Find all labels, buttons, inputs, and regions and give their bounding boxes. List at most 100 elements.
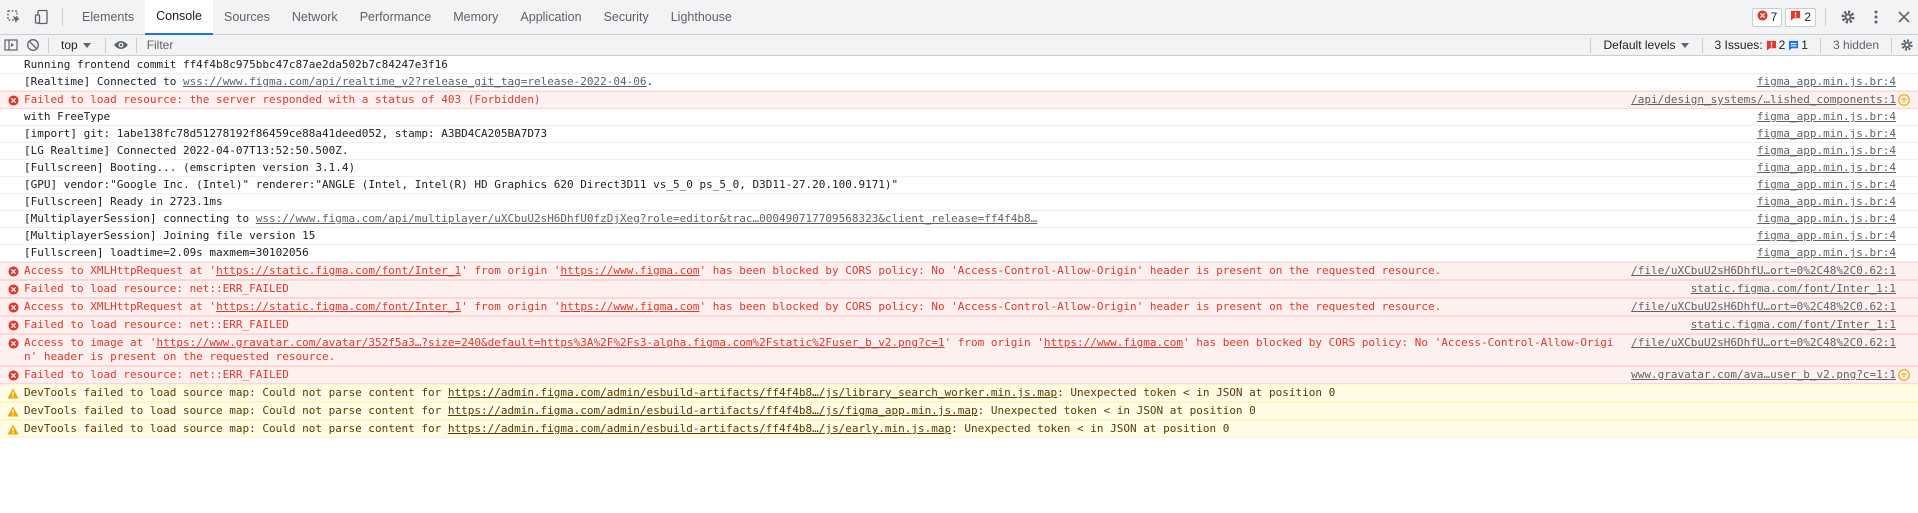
console-message-info[interactable]: [import] git: 1abe138fc78d51278192f86459… [0,126,1918,143]
message-link[interactable]: https://admin.figma.com/admin/esbuild-ar… [448,404,978,417]
source-link[interactable]: figma_app.min.js.br:4 [1757,178,1896,192]
device-toolbar-icon[interactable] [28,0,56,35]
view-issue-icon[interactable] [1898,94,1910,106]
message-text-segment: ' has been blocked by CORS policy: No 'A… [699,264,1442,277]
console-message-error[interactable]: Access to image at 'https://www.gravatar… [0,334,1918,366]
more-options-icon[interactable] [1862,0,1890,35]
tab-console[interactable]: Console [145,0,213,35]
message-link[interactable]: https://www.figma.com [560,264,699,277]
settings-gear-icon[interactable] [1834,0,1862,35]
tab-security[interactable]: Security [593,0,660,35]
message-link[interactable]: https://static.figma.com/font/Inter_1 [216,264,461,277]
source-link[interactable]: /file/uXCbuU2sH6DhfU…ort=0%2C48%2C0.62:1 [1631,300,1896,314]
context-value: top [61,38,78,52]
console-message-warning[interactable]: DevTools failed to load source map: Coul… [0,384,1918,402]
source-link[interactable]: figma_app.min.js.br:4 [1757,229,1896,243]
tab-lighthouse[interactable]: Lighthouse [660,0,743,35]
console-message-error[interactable]: Failed to load resource: net::ERR_FAILED… [0,316,1918,334]
message-link[interactable]: wss://www.figma.com/api/multiplayer/uXCb… [256,212,1037,225]
source-link[interactable]: figma_app.min.js.br:4 [1757,144,1896,158]
message-link[interactable]: https://www.gravatar.com/avatar/352f5a3…… [156,336,944,349]
message-text: Running frontend commit ff4f4b8c975bbc47… [24,58,1896,72]
console-messages: Running frontend commit ff4f4b8c975bbc47… [0,57,1918,513]
live-expression-eye-icon[interactable] [110,35,132,56]
source-link[interactable]: static.figma.com/font/Inter_1:1 [1691,318,1896,332]
tab-performance[interactable]: Performance [349,0,443,35]
source-link[interactable]: static.figma.com/font/Inter_1:1 [1691,282,1896,296]
console-message-info[interactable]: [MultiplayerSession] Joining file versio… [0,228,1918,245]
message-text-segment: DevTools failed to load source map: Coul… [24,386,448,399]
message-link[interactable]: https://www.figma.com [560,300,699,313]
divider [1891,37,1892,53]
error-icon [7,283,19,295]
issues-info-count: 1 [1801,38,1808,52]
issues-error-count: 2 [1778,38,1786,52]
sidebar-toggle-icon[interactable] [0,35,22,56]
console-message-error[interactable]: Failed to load resource: the server resp… [0,91,1918,109]
console-message-warning[interactable]: DevTools failed to load source map: Coul… [0,420,1918,438]
issues-button[interactable]: 3 Issues: 2 1 [1707,38,1816,52]
message-link[interactable]: https://admin.figma.com/admin/esbuild-ar… [448,422,951,435]
console-message-info[interactable]: [LG Realtime] Connected 2022-04-07T13:52… [0,143,1918,160]
clear-console-icon[interactable] [22,35,44,56]
console-message-error[interactable]: Failed to load resource: net::ERR_FAILED… [0,280,1918,298]
source-link[interactable]: figma_app.min.js.br:4 [1757,161,1896,175]
source-link[interactable]: /file/uXCbuU2sH6DhfU…ort=0%2C48%2C0.62:1 [1631,264,1896,278]
divider [62,8,63,26]
issue-error-icon [1766,40,1776,51]
message-text-segment: DevTools failed to load source map: Coul… [24,404,448,417]
panel-tabs: Elements Console Sources Network Performance… [71,0,743,35]
issue-icon [1790,10,1801,24]
source-link[interactable]: figma_app.min.js.br:4 [1757,212,1896,226]
console-message-error[interactable]: Failed to load resource: net::ERR_FAILED… [0,366,1918,384]
console-message-warning[interactable]: DevTools failed to load source map: Coul… [0,402,1918,420]
view-issue-icon[interactable] [1898,369,1910,381]
source-link[interactable]: figma_app.min.js.br:4 [1757,246,1896,260]
message-text: [GPU] vendor:"Google Inc. (Intel)" rende… [24,178,1757,192]
tab-network[interactable]: Network [281,0,349,35]
error-count-badge[interactable]: 7 [1751,7,1783,27]
log-levels-dropdown[interactable]: Default levels [1595,38,1698,52]
message-text: Access to XMLHttpRequest at 'https://sta… [24,300,1631,314]
tab-elements[interactable]: Elements [71,0,145,35]
message-link[interactable]: wss://www.figma.com/api/realtime_v2?rele… [183,75,647,88]
source-link[interactable]: /api/design_systems/…lished_components:1 [1631,93,1896,107]
source-link[interactable]: www.gravatar.com/ava…user_b_v2.png?c=1:1 [1631,368,1896,382]
message-link[interactable]: https://admin.figma.com/admin/esbuild-ar… [448,386,1057,399]
message-text: [Fullscreen] Booting... (emscripten vers… [24,161,1757,175]
divider [1825,8,1826,26]
source-link[interactable]: figma_app.min.js.br:4 [1757,110,1896,124]
error-icon [7,301,19,313]
console-toolbar: top Default levels 3 Issues: 2 1 3 hidde… [0,34,1918,56]
source-link[interactable]: figma_app.min.js.br:4 [1757,127,1896,141]
console-message-info[interactable]: [Fullscreen] Ready in 2723.1ms figma_app.… [0,194,1918,211]
console-message-info[interactable]: Running frontend commit ff4f4b8c975bbc47… [0,57,1918,74]
message-link[interactable]: https://static.figma.com/font/Inter_1 [216,300,461,313]
divider [104,37,106,53]
inspect-element-icon[interactable] [0,0,28,35]
console-message-error[interactable]: Access to XMLHttpRequest at 'https://sta… [0,262,1918,280]
tab-sources[interactable]: Sources [213,0,281,35]
issue-count-badge[interactable]: 2 [1785,7,1816,27]
tab-application[interactable]: Application [509,0,592,35]
console-message-info[interactable]: [Fullscreen] Booting... (emscripten vers… [0,160,1918,177]
source-link[interactable]: /file/uXCbuU2sH6DhfU…ort=0%2C48%2C0.62:1 [1631,336,1896,364]
source-link[interactable]: figma_app.min.js.br:4 [1757,75,1896,89]
console-message-info[interactable]: [MultiplayerSession] connecting to wss:/… [0,211,1918,228]
divider [48,37,49,53]
tab-memory[interactable]: Memory [442,0,509,35]
filter-input[interactable] [140,34,1586,56]
message-text-segment: with FreeType [24,110,111,123]
error-icon [7,265,19,277]
divider [1589,37,1591,53]
context-selector[interactable]: top [53,38,101,52]
console-settings-gear-icon[interactable] [1896,35,1918,56]
console-message-error[interactable]: Access to XMLHttpRequest at 'https://sta… [0,298,1918,316]
close-devtools-icon[interactable] [1890,0,1918,35]
source-link[interactable]: figma_app.min.js.br:4 [1757,195,1896,209]
console-message-info[interactable]: with FreeType figma_app.min.js.br:4 [0,109,1918,126]
console-message-info[interactable]: [Realtime] Connected to wss://www.figma.… [0,74,1918,91]
console-message-info[interactable]: [Fullscreen] loadtime=2.09s maxmem=30102… [0,245,1918,262]
console-message-info[interactable]: [GPU] vendor:"Google Inc. (Intel)" rende… [0,177,1918,194]
message-link[interactable]: https://www.figma.com [1044,336,1183,349]
